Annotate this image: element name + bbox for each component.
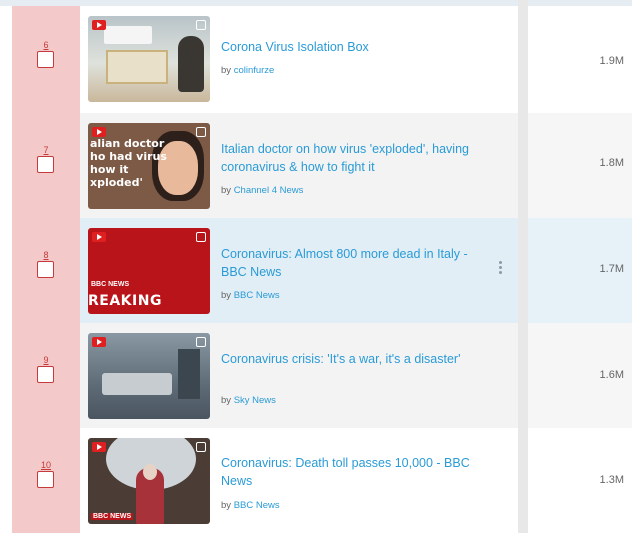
rank-number: 10 [40,460,51,470]
views-count: 1.3M [599,474,624,486]
views-count: 1.8M [599,157,624,169]
channel-link[interactable]: BBC News [234,500,280,511]
youtube-icon [92,127,106,137]
select-checkbox[interactable] [37,51,54,68]
views-cell: 1.9M [528,6,632,111]
video-row[interactable]: Coronavirus crisis: 'It's a war, it's a … [80,323,518,428]
channel-link[interactable]: colinfurze [234,65,275,76]
by-label: by [221,290,232,301]
thumbnail-art [143,464,157,480]
youtube-icon [92,337,106,347]
youtube-icon [92,442,106,452]
views-count: 1.9M [599,55,624,67]
channel-line: by BBC News [221,290,280,301]
video-row[interactable]: Corona Virus Isolation Box by colinfurze [80,6,518,111]
bbc-news-logo: BBC NEWS [91,513,134,520]
more-vertical-icon[interactable] [498,261,504,275]
by-label: by [221,65,232,76]
channel-link[interactable]: Channel 4 News [234,185,304,196]
youtube-icon [92,232,106,242]
views-cell: 1.3M [528,428,632,533]
video-thumbnail[interactable] [88,16,210,102]
select-checkbox[interactable] [37,471,54,488]
rank-number: 7 [43,145,49,155]
views-count: 1.6M [599,369,624,381]
channel-link[interactable]: BBC News [234,290,280,301]
select-checkbox[interactable] [37,156,54,173]
rank-number: 8 [43,250,49,260]
thumbnail-art [178,36,204,92]
rank-number: 9 [43,355,49,365]
external-link-icon[interactable] [196,337,206,347]
video-thumbnail[interactable]: BBC NEWS REAKING [88,228,210,314]
channel-line: by colinfurze [221,65,274,76]
views-cell: 1.7M [528,218,632,323]
channel-line: by Channel 4 News [221,185,303,196]
video-row[interactable]: BBC NEWS REAKING Coronavirus: Almost 800… [80,218,518,323]
channel-line: by BBC News [221,500,280,511]
video-title-link[interactable]: Italian doctor on how virus 'exploded', … [221,140,471,176]
select-checkbox[interactable] [37,261,54,278]
by-label: by [221,500,232,511]
video-thumbnail[interactable] [88,333,210,419]
channel-link[interactable]: Sky News [234,395,276,406]
video-row[interactable]: alian doctor ho had virus how it xploded… [80,113,518,218]
thumbnail-art [102,373,172,395]
bbc-news-logo: BBC NEWS [91,281,130,288]
external-link-icon[interactable] [196,127,206,137]
thumbnail-art [104,26,152,44]
views-count: 1.7M [599,263,624,275]
external-link-icon[interactable] [196,20,206,30]
video-title-link[interactable]: Coronavirus crisis: 'It's a war, it's a … [221,350,471,368]
channel-line: by Sky News [221,395,276,406]
views-column: 1.9M 1.8M 1.7M 1.6M 1.3M [528,0,632,533]
video-thumbnail[interactable]: BBC NEWS [88,438,210,524]
by-label: by [221,395,232,406]
external-link-icon[interactable] [196,232,206,242]
external-link-icon[interactable] [196,442,206,452]
rank-number: 6 [43,40,49,50]
video-row[interactable]: BBC NEWS Coronavirus: Death toll passes … [80,428,518,533]
thumbnail-art [178,349,200,399]
thumbnail-art [106,50,168,84]
column-divider [518,0,528,533]
thumbnail-caption: alian doctor ho had virus how it xploded… [90,137,167,189]
video-title-link[interactable]: Coronavirus: Almost 800 more dead in Ita… [221,245,471,281]
video-thumbnail[interactable]: alian doctor ho had virus how it xploded… [88,123,210,209]
youtube-icon [92,20,106,30]
video-title-link[interactable]: Corona Virus Isolation Box [221,38,471,56]
select-checkbox[interactable] [37,366,54,383]
views-cell: 1.6M [528,323,632,428]
thumbnail-caption: REAKING [88,293,162,309]
by-label: by [221,185,232,196]
video-title-link[interactable]: Coronavirus: Death toll passes 10,000 - … [221,454,471,490]
views-cell: 1.8M [528,113,632,218]
